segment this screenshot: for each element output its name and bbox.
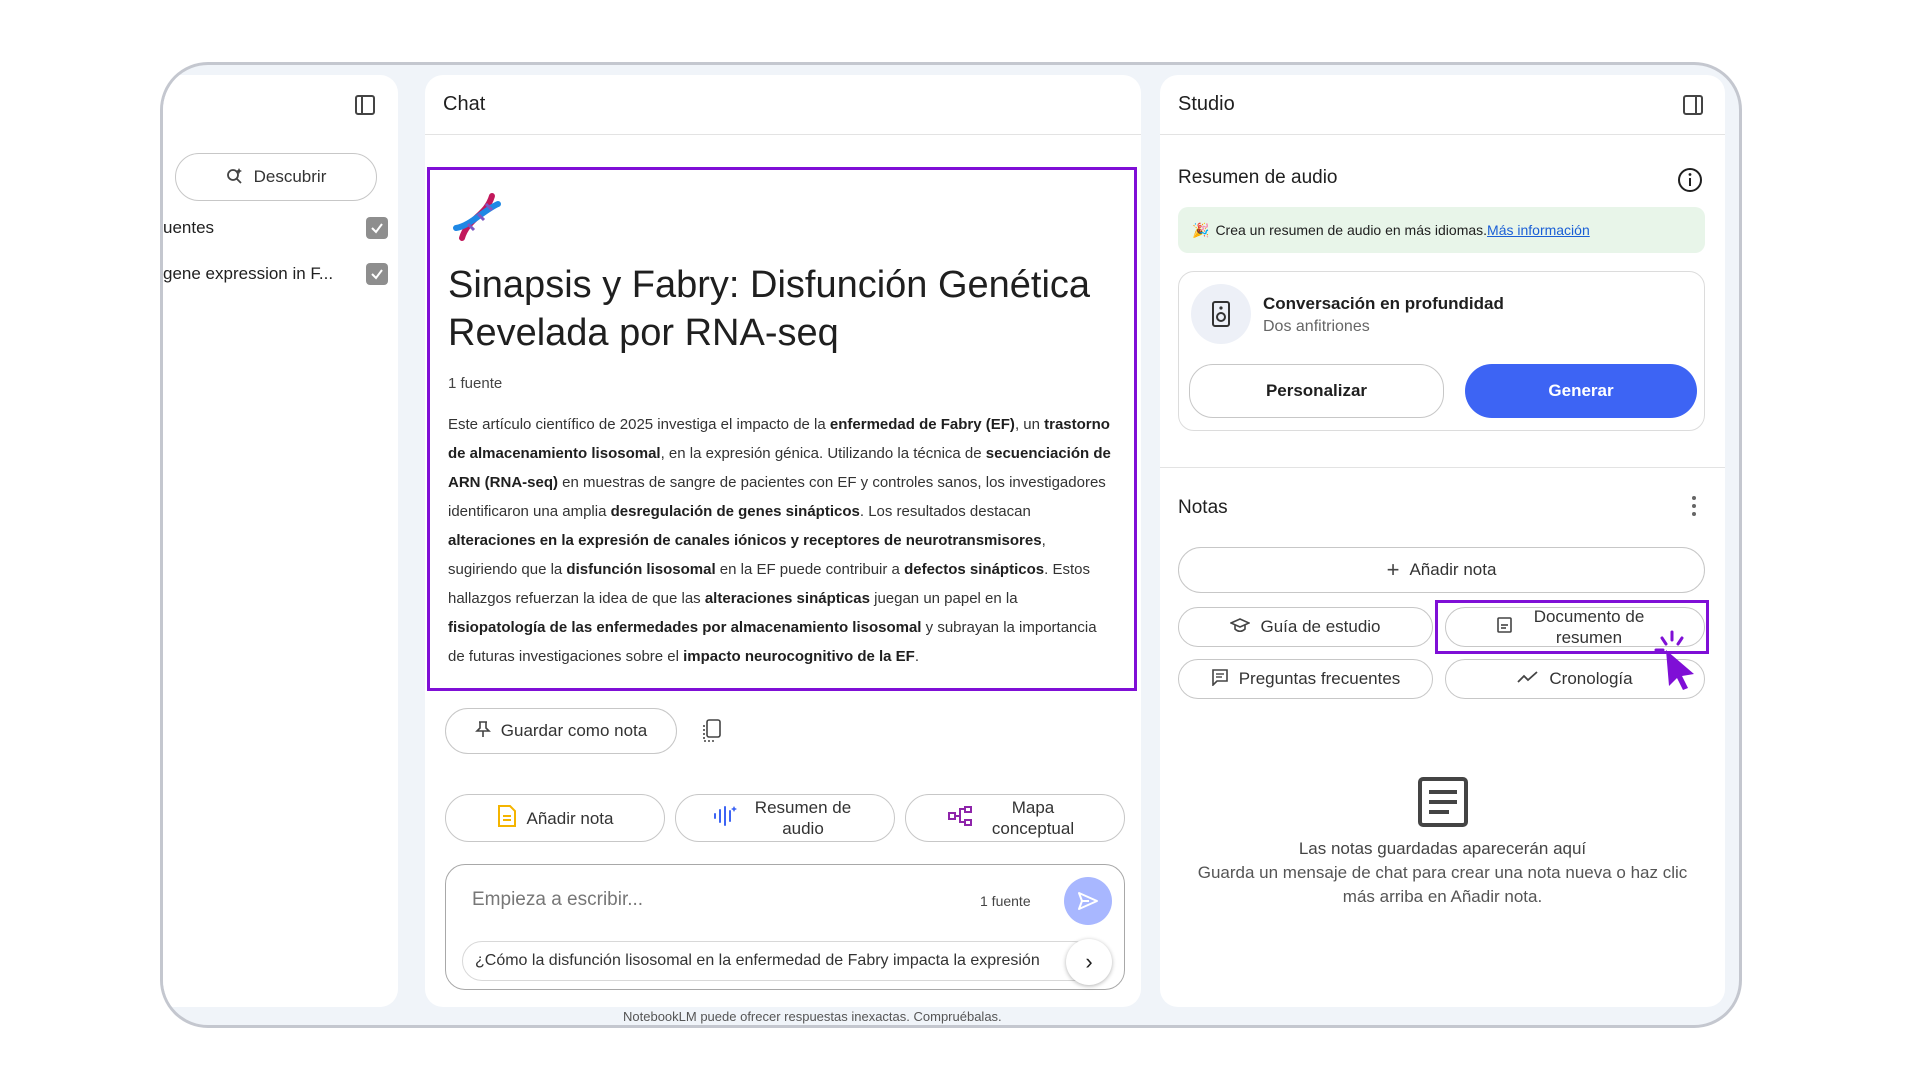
plus-icon: + (1386, 557, 1400, 582)
study-guide-label: Guía de estudio (1260, 617, 1381, 636)
add-note-action-button[interactable]: Añadir nota (445, 794, 665, 842)
chat-header: Chat (425, 75, 1141, 135)
chat-header-title: Chat (443, 93, 486, 115)
source-checkbox[interactable] (366, 263, 388, 285)
chat-panel: Chat Sinapsis y Fabry: Disfunción Genéti… (425, 75, 1141, 1007)
learn-more-link[interactable]: Más información (1487, 222, 1590, 238)
divider (1160, 467, 1725, 468)
summary-bold-text: impacto neurocognitivo de la EF (683, 648, 915, 665)
summary-text: , en la expresión génica. Utilizando la … (660, 445, 986, 462)
chat-input[interactable]: Empieza a escribir... (472, 889, 643, 911)
mind-map-action-button[interactable]: Mapa conceptual (905, 794, 1125, 842)
suggested-question[interactable]: ¿Cómo la disfunción lisosomal en la enfe… (462, 941, 1094, 981)
discover-icon (226, 166, 244, 189)
add-note-label: Añadir nota (1409, 560, 1497, 579)
party-icon: 🎉 (1192, 221, 1210, 238)
languages-banner: 🎉 Crea un resumen de audio en más idioma… (1178, 207, 1705, 253)
pin-icon (474, 720, 491, 743)
more-vert-icon[interactable] (1690, 493, 1698, 524)
summary-bold-text: fisiopatología de las enfermedades por a… (448, 619, 922, 636)
copy-icon[interactable] (701, 718, 723, 749)
summary-text: . Los resultados destacan (859, 503, 1031, 520)
info-icon[interactable] (1677, 167, 1703, 198)
studio-header: Studio (1160, 75, 1725, 135)
banner-text: Crea un resumen de audio en más idiomas. (1215, 222, 1488, 238)
deep-dive-card: Conversación en profundidad Dos anfitrio… (1178, 271, 1705, 431)
source-label: uentes (163, 218, 215, 237)
deep-dive-subtitle: Dos anfitriones (1263, 318, 1370, 335)
notes-empty-desc: Guarda un mensaje de chat para crear una… (1197, 863, 1688, 906)
summary-text: en la EF puede contribuir a (715, 561, 905, 578)
mind-map-action-label: Mapa conceptual (991, 798, 1075, 838)
faq-label: Preguntas frecuentes (1238, 669, 1401, 688)
source-label: gene expression in F... (163, 264, 334, 283)
sources-panel: Descubrir uentes gene expression in F... (160, 75, 398, 1007)
notes-empty-state: Las notas guardadas aparecerán aquí Guar… (1160, 775, 1725, 909)
summary-bold-text: alteraciones en la expresión de canales … (448, 532, 1042, 549)
customize-label: Personalizar (1265, 381, 1368, 400)
summary-text: , un (1014, 416, 1045, 433)
school-icon (1229, 617, 1252, 638)
discover-button[interactable]: Descubrir (175, 153, 377, 201)
timeline-label: Cronología (1549, 669, 1633, 688)
source-item-all[interactable]: uentes (163, 217, 388, 239)
notes-empty-title: Las notas guardadas aparecerán aquí (1298, 839, 1587, 858)
chat-bubble-icon (1211, 668, 1229, 691)
speaker-icon (1191, 284, 1251, 344)
save-as-note-button[interactable]: Guardar como nota (445, 708, 677, 754)
audio-wave-icon (712, 804, 738, 833)
mind-map-icon (947, 805, 973, 832)
save-as-note-label: Guardar como nota (500, 721, 648, 740)
summary-bold-text: alteraciones sinápticas (704, 590, 870, 607)
generate-button[interactable]: Generar (1465, 364, 1697, 418)
cursor-click-icon (1652, 630, 1700, 697)
generate-label: Generar (1548, 381, 1614, 400)
trending-icon (1517, 669, 1539, 689)
disclaimer: NotebookLM puede ofrecer respuestas inex… (623, 1009, 1002, 1024)
notebook-title: Sinapsis y Fabry: Disfunción Genética Re… (448, 264, 1091, 354)
send-button[interactable] (1064, 877, 1112, 925)
chat-composer: Empieza a escribir... 1 fuente ¿Cómo la … (445, 864, 1125, 990)
summary-bold-text: defectos sinápticos (904, 561, 1045, 578)
chevron-right-icon[interactable]: › (1066, 939, 1112, 985)
customize-button[interactable]: Personalizar (1189, 364, 1444, 418)
summary-bold-text: disfunción lisosomal (566, 561, 716, 578)
summary-bold-text: enfermedad de Fabry (EF) (829, 416, 1015, 433)
add-note-action-label: Añadir nota (526, 808, 614, 828)
deep-dive-title: Conversación en profundidad (1263, 294, 1504, 313)
summary-text: . (914, 648, 920, 665)
notes-empty-icon (1160, 775, 1725, 829)
faq-button[interactable]: Preguntas frecuentes (1178, 659, 1433, 699)
audio-summary-action-label: Resumen de audio (754, 798, 852, 838)
summary-text: juegan un papel en la (869, 590, 1018, 607)
audio-summary-action-button[interactable]: Resumen de audio (675, 794, 895, 842)
audio-summary-title: Resumen de audio (1178, 167, 1338, 188)
source-item-paper[interactable]: gene expression in F... (163, 263, 388, 285)
note-icon (497, 804, 517, 833)
source-checkbox[interactable] (366, 217, 388, 239)
suggested-question-text: ¿Cómo la disfunción lisosomal en la enfe… (475, 952, 1040, 969)
notebook-summary-card: Sinapsis y Fabry: Disfunción Genética Re… (427, 167, 1137, 691)
notes-title: Notas (1178, 497, 1228, 518)
studio-panel: Studio Resumen de audio 🎉 Crea un resume… (1160, 75, 1725, 1007)
summary-bold-text: desregulación de genes sinápticos (610, 503, 860, 520)
study-guide-button[interactable]: Guía de estudio (1178, 607, 1433, 647)
summary-text: Este artículo científico de 2025 investi… (448, 416, 830, 433)
dna-icon (448, 188, 1116, 251)
studio-header-title: Studio (1178, 93, 1235, 115)
add-source-button[interactable] (160, 153, 163, 201)
app-window: Descubrir uentes gene expression in F...… (160, 62, 1742, 1028)
composer-source-count: 1 fuente (980, 893, 1031, 909)
collapse-panel-icon[interactable] (351, 91, 379, 119)
notebook-summary: Este artículo científico de 2025 investi… (448, 410, 1116, 671)
add-note-button[interactable]: + Añadir nota (1178, 547, 1705, 593)
send-icon (1078, 892, 1098, 910)
notebook-source-count: 1 fuente (448, 375, 503, 392)
discover-label: Descubrir (253, 167, 327, 186)
collapse-studio-icon[interactable] (1679, 91, 1707, 119)
